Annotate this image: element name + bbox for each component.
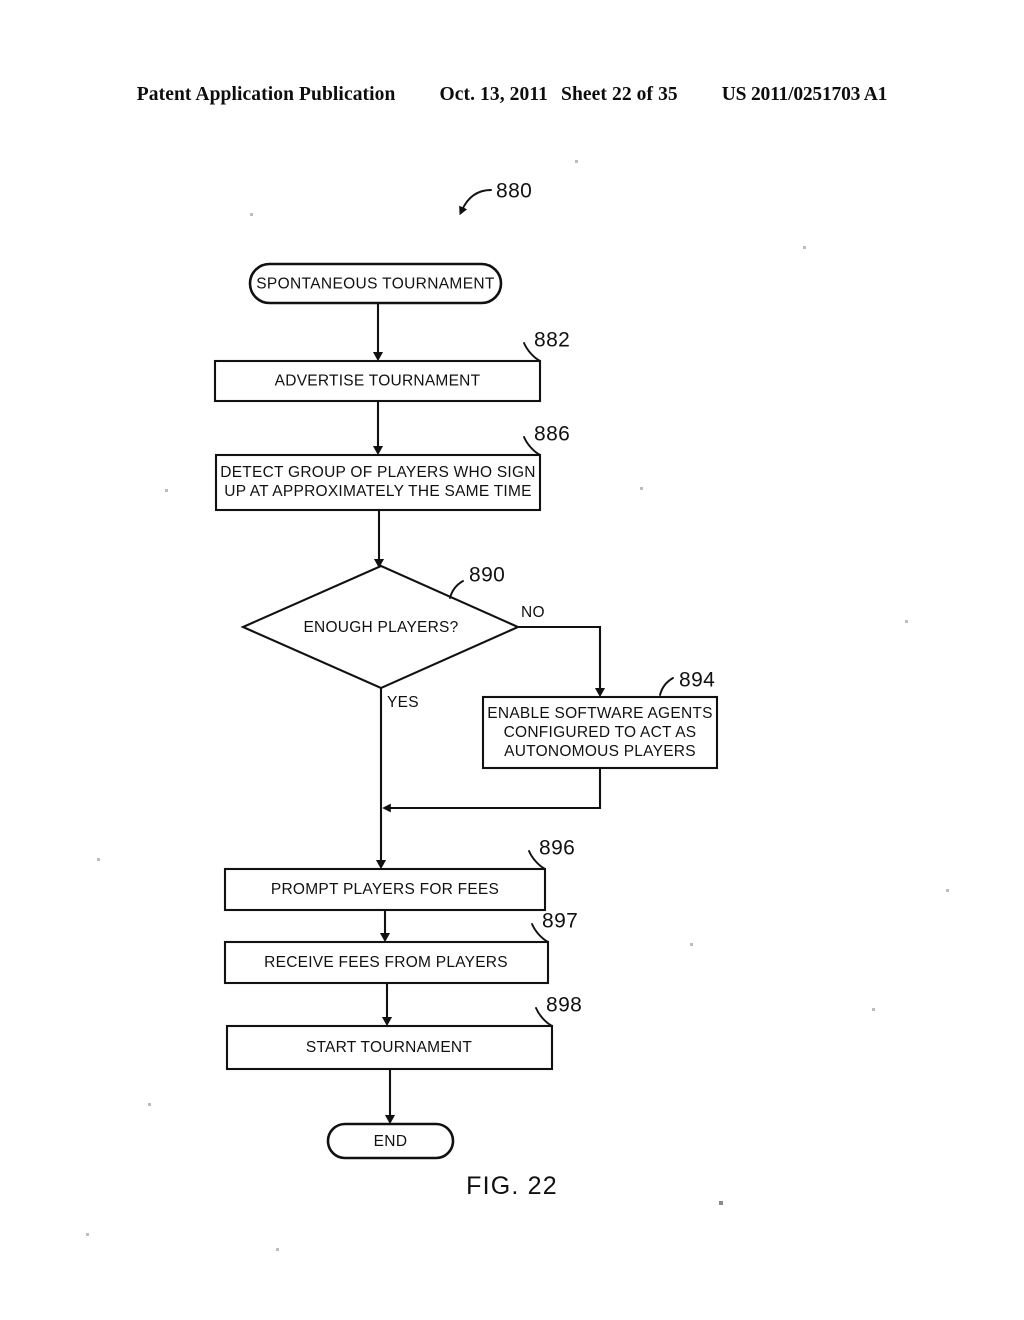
node-detect-label-line2: UP AT APPROXIMATELY THE SAME TIME bbox=[224, 483, 531, 500]
node-prompt-players-for-fees: PROMPT PLAYERS FOR FEES bbox=[223, 867, 547, 912]
node-agents-label-line3: AUTONOMOUS PLAYERS bbox=[504, 743, 696, 760]
node-start-terminator: SPONTANEOUS TOURNAMENT bbox=[248, 262, 503, 305]
ref-number-894: 894 bbox=[679, 669, 715, 692]
ref-number-890: 890 bbox=[469, 564, 505, 587]
node-receive-fees-label: RECEIVE FEES FROM PLAYERS bbox=[264, 954, 508, 971]
ref-callout-897: 897 bbox=[531, 910, 578, 943]
node-start-tournament-label: START TOURNAMENT bbox=[306, 1039, 472, 1056]
node-receive-fees-from-players: RECEIVE FEES FROM PLAYERS bbox=[223, 940, 550, 985]
node-advertise-label: ADVERTISE TOURNAMENT bbox=[275, 373, 481, 390]
node-agents-label-line2: CONFIGURED TO ACT AS bbox=[504, 724, 697, 741]
node-end-terminator: END bbox=[326, 1122, 455, 1160]
node-start-label: SPONTANEOUS TOURNAMENT bbox=[256, 276, 495, 293]
node-decision-label: ENOUGH PLAYERS? bbox=[303, 619, 458, 636]
ref-number-896: 896 bbox=[539, 837, 575, 860]
ref-number-886: 886 bbox=[534, 423, 570, 446]
ref-number-898: 898 bbox=[546, 994, 582, 1017]
connector-agents-merge bbox=[382, 768, 602, 813]
ref-callout-890: 890 bbox=[449, 564, 505, 599]
branch-no-label: NO bbox=[521, 604, 545, 621]
ref-callout-896: 896 bbox=[528, 837, 575, 870]
branch-yes: YES bbox=[375, 688, 419, 870]
ref-number-897: 897 bbox=[542, 910, 578, 933]
ref-callout-886: 886 bbox=[523, 423, 570, 456]
flowchart-figure: 880 SPONTANEOUS TOURNAMENT ADVERTISE TOU… bbox=[86, 160, 949, 1251]
figure-caption: FIG. 22 bbox=[0, 1172, 1024, 1201]
ref-number-880: 880 bbox=[496, 180, 532, 203]
ref-callout-882: 882 bbox=[523, 329, 570, 362]
ref-callout-898: 898 bbox=[535, 994, 582, 1027]
ref-callout-894: 894 bbox=[659, 669, 715, 696]
branch-no: NO bbox=[518, 604, 606, 698]
ref-number-882: 882 bbox=[534, 329, 570, 352]
node-agents-label-line1: ENABLE SOFTWARE AGENTS bbox=[487, 705, 712, 722]
node-enable-software-agents: ENABLE SOFTWARE AGENTS CONFIGURED TO ACT… bbox=[481, 695, 719, 770]
branch-yes-label: YES bbox=[387, 694, 419, 711]
figure-caption-text: FIG. 22 bbox=[466, 1172, 558, 1200]
node-start-tournament: START TOURNAMENT bbox=[225, 1024, 554, 1071]
patent-page: Patent Application Publication Oct. 13, … bbox=[0, 0, 1024, 1320]
node-detect-label-line1: DETECT GROUP OF PLAYERS WHO SIGN bbox=[220, 464, 535, 481]
node-prompt-fees-label: PROMPT PLAYERS FOR FEES bbox=[271, 881, 499, 898]
diagram-ref-880: 880 bbox=[459, 180, 532, 216]
node-detect-players: DETECT GROUP OF PLAYERS WHO SIGN UP AT A… bbox=[214, 453, 542, 512]
node-advertise-tournament: ADVERTISE TOURNAMENT bbox=[213, 359, 542, 403]
node-end-label: END bbox=[374, 1133, 408, 1150]
